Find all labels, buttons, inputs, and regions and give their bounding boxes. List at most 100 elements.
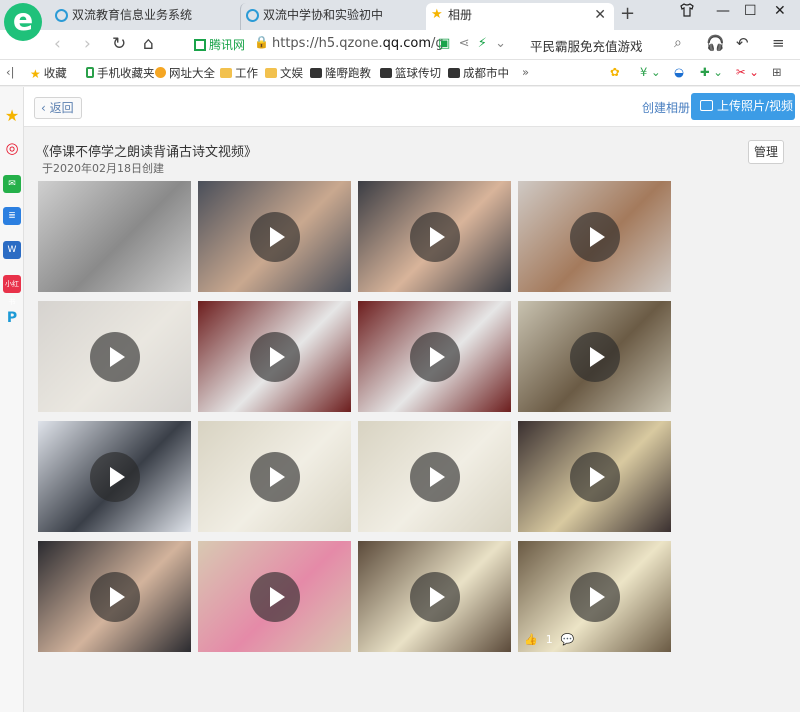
browser-logo[interactable]: e <box>4 3 42 41</box>
more-bookmarks-icon[interactable]: » <box>522 65 529 79</box>
bookmark-mobile[interactable]: 手机收藏夹 <box>86 65 155 81</box>
play-icon[interactable] <box>410 212 460 262</box>
bookmark-game-1[interactable]: 隆嘢跑教 <box>310 65 371 81</box>
star-icon[interactable]: ★ <box>3 107 21 125</box>
play-icon[interactable] <box>570 452 620 502</box>
forward-icon[interactable]: › <box>84 34 91 54</box>
address-tools: ▣ ⋖ ⚡ ⌄ <box>438 36 506 51</box>
sidebar-toggle-icon[interactable]: ‹| <box>6 65 14 79</box>
video-thumbnail[interactable]: 👍 1 💬 <box>518 541 671 652</box>
tab-school[interactable]: 双流中学协和实验初中 <box>240 3 426 30</box>
reader-icon[interactable]: ▣ <box>438 36 450 51</box>
video-thumbnail[interactable] <box>38 181 191 292</box>
apps-icon[interactable]: ⊞ <box>772 65 782 79</box>
play-icon[interactable] <box>90 332 140 382</box>
bookmark-game-2[interactable]: 篮球传切 <box>380 65 441 81</box>
play-icon[interactable] <box>570 212 620 262</box>
extension-icon[interactable]: ✿ <box>610 65 620 79</box>
video-thumbnail[interactable] <box>518 181 671 292</box>
back-icon[interactable]: ‹ <box>54 34 61 54</box>
game-icon <box>380 68 392 78</box>
play-icon[interactable] <box>90 452 140 502</box>
game-icon <box>310 68 322 78</box>
upload-button[interactable]: 上传照片/视频 <box>691 93 795 120</box>
home-icon[interactable]: ⌂ <box>143 34 154 54</box>
globe-icon <box>55 9 68 22</box>
video-thumbnail[interactable] <box>38 541 191 652</box>
new-tab-button[interactable]: + <box>620 3 635 24</box>
tab-title: 双流中学协和实验初中 <box>263 8 384 22</box>
video-thumbnail[interactable] <box>358 421 511 532</box>
play-icon[interactable] <box>410 332 460 382</box>
tab-album[interactable]: ★ 相册 ✕ <box>426 3 614 30</box>
weibo-icon[interactable]: ◎ <box>3 139 21 157</box>
create-album-link[interactable]: 创建相册 <box>642 99 690 116</box>
video-thumbnail[interactable] <box>518 301 671 412</box>
image-icon <box>700 100 713 111</box>
word-icon[interactable]: W <box>3 241 21 259</box>
bookmark-entertainment[interactable]: 文娱 <box>265 65 303 81</box>
video-thumbnail[interactable] <box>198 541 351 652</box>
pinterest-icon[interactable]: P <box>3 309 21 327</box>
scrollbar-track[interactable] <box>794 127 800 712</box>
undo-icon[interactable]: ↶ <box>736 34 749 52</box>
minimize-icon[interactable]: — <box>716 3 730 19</box>
play-icon[interactable] <box>410 452 460 502</box>
maximize-icon[interactable]: ☐ <box>744 3 757 19</box>
video-thumbnail[interactable] <box>38 301 191 412</box>
headphones-icon[interactable]: 🎧 <box>706 34 725 52</box>
bookmark-favorites[interactable]: ★ 收藏 <box>30 65 67 81</box>
video-thumbnail[interactable] <box>198 301 351 412</box>
close-icon[interactable]: ✕ <box>774 3 786 19</box>
folder-icon <box>220 68 232 78</box>
video-thumbnail[interactable] <box>198 181 351 292</box>
url-text[interactable]: https://h5.qzone.qq.com/g <box>272 36 444 51</box>
search-icon[interactable]: ⌕ <box>674 35 682 51</box>
video-thumbnail[interactable] <box>38 421 191 532</box>
speed-dial-icon[interactable]: ◒ <box>674 65 684 79</box>
comment-icon[interactable]: 💬 <box>561 633 575 646</box>
back-button[interactable]: ‹ 返回 <box>34 97 82 119</box>
menu-icon[interactable]: ≡ <box>772 34 785 52</box>
bookmark-work[interactable]: 工作 <box>220 65 258 81</box>
video-thumbnail[interactable] <box>358 181 511 292</box>
play-icon[interactable] <box>250 212 300 262</box>
wallet-icon[interactable]: ¥ ⌄ <box>640 65 661 79</box>
scissors-icon[interactable]: ✂ ⌄ <box>736 65 759 79</box>
close-tab-icon[interactable]: ✕ <box>594 3 606 28</box>
video-thumbnail[interactable] <box>358 301 511 412</box>
miniprogram-icon[interactable]: 小红书 <box>3 275 21 306</box>
mail-icon[interactable]: ✉ <box>3 175 21 193</box>
likes-bar: 👍 1 💬 <box>524 633 582 646</box>
plus-icon[interactable]: ✚ ⌄ <box>700 65 723 79</box>
video-thumbnail[interactable] <box>358 541 511 652</box>
manage-button[interactable]: 管理 <box>748 140 784 164</box>
album-content: 《停课不停学之朗读背诵古诗文视频》 于2020年02月18日创建 管理 👍 1 💬 <box>24 127 794 712</box>
tab-edu-system[interactable]: 双流教育信息业务系统 <box>50 3 240 30</box>
play-icon[interactable] <box>250 572 300 622</box>
bookmark-game-3[interactable]: 成都市中 <box>448 65 509 81</box>
thumbs-up-icon[interactable]: 👍 <box>524 633 538 646</box>
phone-icon <box>86 67 94 78</box>
video-thumbnail[interactable] <box>518 421 671 532</box>
play-icon[interactable] <box>410 572 460 622</box>
speed-icon[interactable]: ⚡ <box>478 36 487 51</box>
bookmark-nav[interactable]: 网址大全 <box>155 65 215 81</box>
play-icon[interactable] <box>570 332 620 382</box>
play-icon[interactable] <box>250 452 300 502</box>
play-icon[interactable] <box>90 572 140 622</box>
share-icon[interactable]: ⋖ <box>459 36 470 51</box>
video-thumbnail[interactable] <box>198 421 351 532</box>
tab-strip: e 双流教育信息业务系统 双流中学协和实验初中 ★ 相册 ✕ + — ☐ ✕ <box>0 0 800 41</box>
shirt-icon[interactable] <box>680 3 694 21</box>
album-created-date: 于2020年02月18日创建 <box>42 162 164 175</box>
play-icon[interactable] <box>250 332 300 382</box>
chevron-down-icon[interactable]: ⌄ <box>495 36 506 51</box>
refresh-icon[interactable]: ↻ <box>112 34 126 54</box>
doc-icon[interactable]: ≣ <box>3 207 21 225</box>
play-icon[interactable] <box>570 572 620 622</box>
album-title: 《停课不停学之朗读背诵古诗文视频》 <box>36 145 258 160</box>
lock-icon: 🔒 <box>254 35 269 49</box>
search-suggestion[interactable]: 平民霸服免充值游戏 <box>530 36 643 55</box>
security-badge[interactable]: 腾讯网 <box>194 36 245 53</box>
